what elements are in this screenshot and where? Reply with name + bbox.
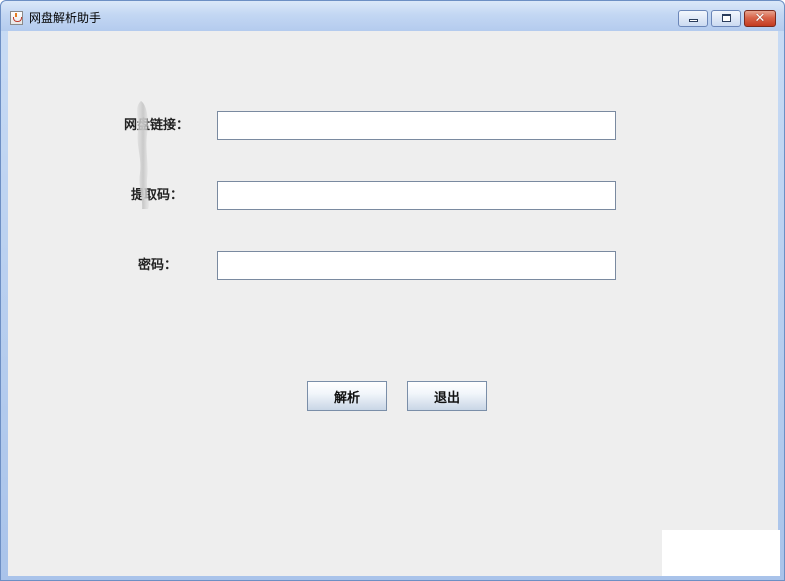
blank-overlay	[662, 530, 780, 576]
content-panel: 网盘链接： 提取码： 密码： 解析 退出	[8, 31, 778, 576]
title-bar[interactable]: 网盘解析助手 ✕	[1, 1, 784, 31]
extract-code-label: 提取码：	[131, 188, 184, 203]
exit-button[interactable]: 退出	[407, 381, 487, 411]
close-button[interactable]: ✕	[744, 10, 776, 27]
app-window: 网盘解析助手 ✕ 网盘链接： 提取码： 密码： 解析 退出	[0, 0, 785, 581]
java-app-icon	[10, 11, 23, 25]
maximize-button[interactable]	[711, 10, 741, 27]
minimize-icon	[689, 19, 698, 22]
pan-link-input[interactable]	[217, 111, 616, 140]
window-title: 网盘解析助手	[29, 11, 102, 25]
password-input[interactable]	[217, 251, 616, 280]
close-icon: ✕	[754, 11, 766, 26]
pan-link-label: 网盘链接：	[124, 118, 190, 133]
parse-button[interactable]: 解析	[307, 381, 387, 411]
maximize-icon	[722, 14, 731, 22]
extract-code-input[interactable]	[217, 181, 616, 210]
password-label: 密码：	[138, 258, 178, 273]
minimize-button[interactable]	[678, 10, 708, 27]
